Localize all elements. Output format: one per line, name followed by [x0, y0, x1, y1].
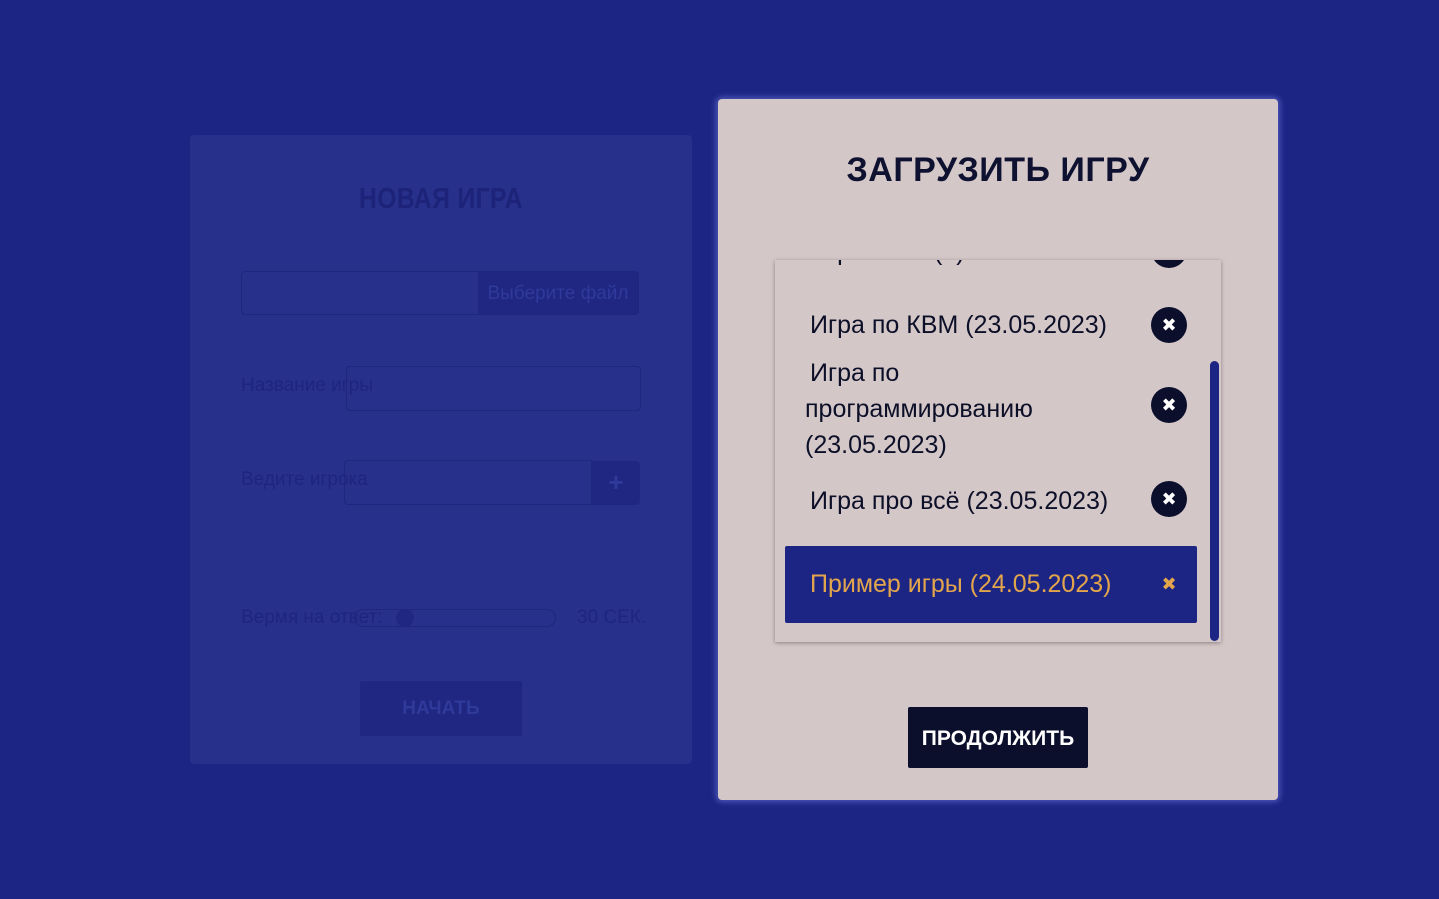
start-button[interactable]: НАЧАТЬ [360, 681, 522, 736]
game-name: Игра по ... (..) [785, 260, 1035, 270]
load-game-title: ЗАГРУЗИТЬ ИГРУ [846, 151, 1150, 189]
game-name: Игра по программированию (23.05.2023) [805, 359, 1033, 459]
player-input[interactable] [344, 460, 592, 505]
load-game-modal: ЗАГРУЗИТЬ ИГРУ Игра по ... (..) ✖ Игра п… [718, 99, 1278, 800]
add-player-button[interactable]: + [592, 461, 640, 505]
game-name-input[interactable] [346, 366, 641, 411]
list-item[interactable]: Игра по КВМ (23.05.2023) ✖ [785, 276, 1197, 354]
list-item[interactable]: Игра по ... (..) ✖ [785, 260, 1197, 276]
close-icon[interactable]: ✖ [1151, 387, 1187, 423]
file-picker[interactable]: Выберите файл [241, 271, 639, 315]
time-slider[interactable] [354, 609, 556, 627]
game-name: Игра по КВМ (23.05.2023) [810, 311, 1108, 339]
close-icon[interactable]: ✖ [1151, 307, 1187, 343]
page: НОВАЯ ИГРА Выберите файл Название игры В… [0, 0, 1439, 899]
list-scrollbar[interactable] [1210, 361, 1219, 641]
close-icon[interactable]: ✖ [1151, 481, 1187, 517]
time-value: 30 СЕК. [577, 607, 647, 628]
list-item[interactable]: Игра про всё (23.05.2023) ✖ [785, 466, 1197, 546]
saved-games-list[interactable]: Игра по ... (..) ✖ Игра по КВМ (23.05.20… [775, 260, 1221, 642]
choose-file-button[interactable]: Выберите файл [478, 272, 638, 314]
continue-button[interactable]: ПРОДОЛЖИТЬ [908, 707, 1088, 768]
list-item-selected[interactable]: Пример игры (24.05.2023) ✖ [785, 546, 1197, 623]
close-icon[interactable]: ✖ [1151, 566, 1187, 602]
game-name: Игра про всё (23.05.2023) [810, 487, 1109, 515]
game-name: Пример игры (24.05.2023) [810, 570, 1112, 598]
time-slider-thumb[interactable] [396, 609, 414, 627]
close-icon[interactable]: ✖ [1151, 260, 1187, 268]
file-name-field[interactable] [242, 272, 480, 314]
new-game-panel: НОВАЯ ИГРА Выберите файл Название игры В… [190, 135, 692, 764]
list-item[interactable]: Игра по программированию (23.05.2023) ✖ [785, 354, 1197, 466]
new-game-title: НОВАЯ ИГРА [359, 183, 523, 215]
